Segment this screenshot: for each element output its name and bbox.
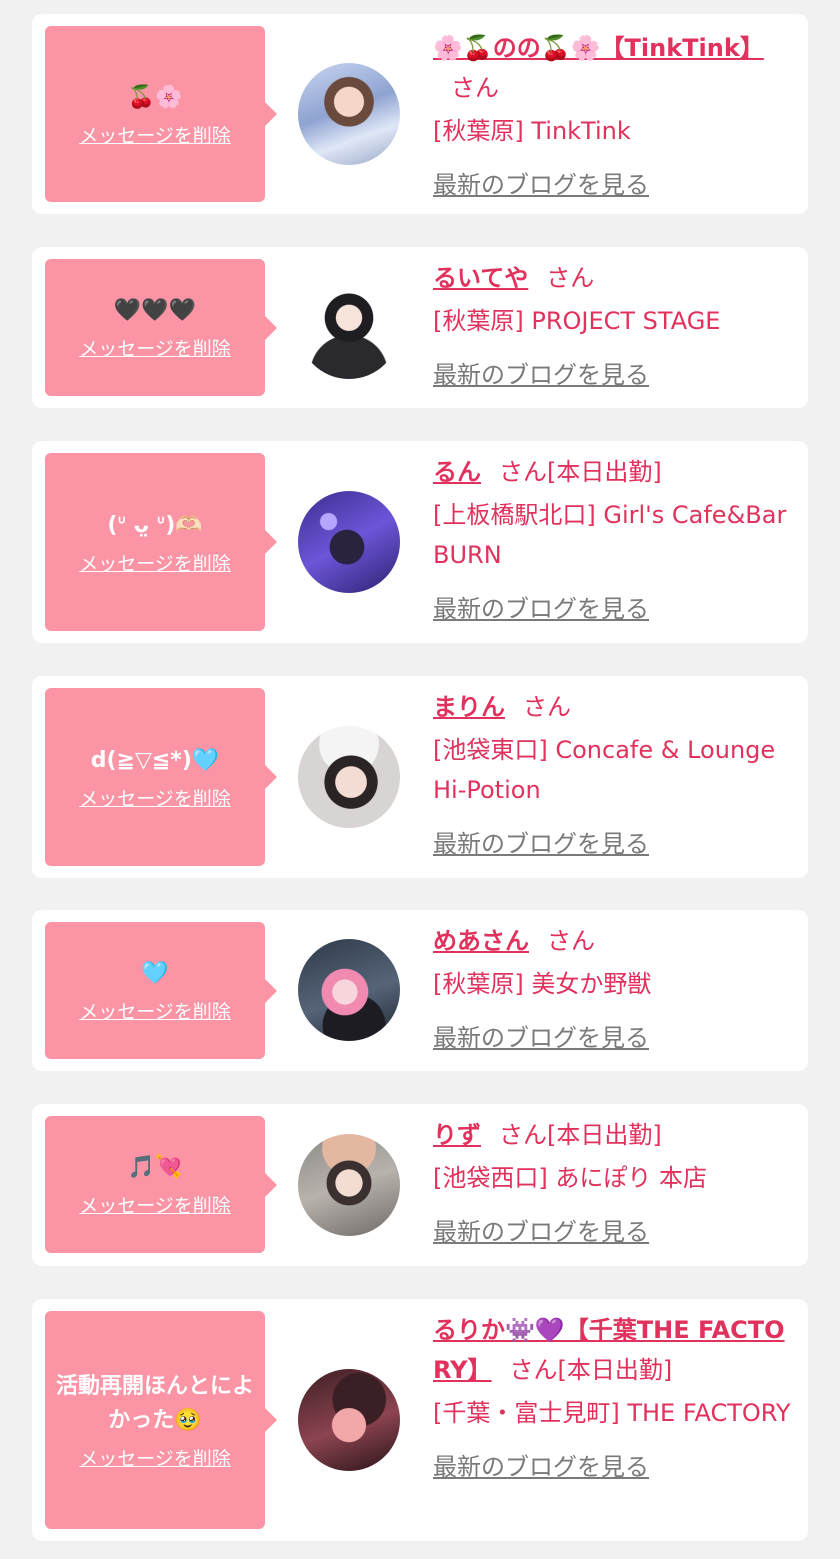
message-bubble: (ᐡ ᴗ̤ ᐡ)🫶🏻 メッセージを削除 bbox=[45, 453, 277, 631]
cast-info: まりん さん [池袋東口] Concafe & Lounge Hi-Potion … bbox=[433, 687, 798, 864]
delete-message-link[interactable]: メッセージを削除 bbox=[79, 1191, 231, 1218]
avatar[interactable] bbox=[298, 1369, 400, 1471]
message-text: (ᐡ ᴗ̤ ᐡ)🫶🏻 bbox=[107, 512, 203, 538]
avatar[interactable] bbox=[298, 277, 400, 379]
message-bubble: 🍒🌸 メッセージを削除 bbox=[45, 26, 277, 202]
shop-label: [秋葉原] 美女か野獣 bbox=[433, 970, 652, 998]
shop-label: [池袋西口] あにぽり 本店 bbox=[433, 1164, 707, 1192]
delete-message-link[interactable]: メッセージを削除 bbox=[79, 334, 231, 361]
cast-name-link[interactable]: 🌸🍒のの🍒🌸【TinkTink】 bbox=[433, 34, 764, 62]
avatar[interactable] bbox=[298, 491, 400, 593]
cast-info: めあさん さん [秋葉原] 美女か野獣 最新のブログを見る bbox=[433, 921, 798, 1058]
cast-info: るいてや さん [秋葉原] PROJECT STAGE 最新のブログを見る bbox=[433, 258, 798, 395]
message-text: 🎵💘 bbox=[127, 1155, 183, 1180]
message-card: 🖤🖤🖤 メッセージを削除 るいてや さん [秋葉原] PROJECT STAGE … bbox=[32, 247, 808, 408]
honorific: さん[本日出勤] bbox=[499, 1121, 662, 1149]
message-text: 活動再開ほんとによかった🥹 bbox=[55, 1373, 254, 1433]
cast-name-link[interactable]: まりん bbox=[433, 693, 505, 721]
latest-blog-link[interactable]: 最新のブログを見る bbox=[433, 1018, 649, 1058]
delete-message-link[interactable]: メッセージを削除 bbox=[79, 121, 231, 148]
delete-message-link[interactable]: メッセージを削除 bbox=[79, 784, 231, 811]
message-text: 🩵 bbox=[141, 961, 169, 986]
honorific: さん bbox=[451, 74, 499, 102]
message-card: 🎵💘 メッセージを削除 りず さん[本日出勤] [池袋西口] あにぽり 本店 最新… bbox=[32, 1104, 808, 1266]
cast-info: るん さん[本日出勤] [上板橋駅北口] Girl's Cafe&Bar BURN… bbox=[433, 452, 798, 629]
message-card: 活動再開ほんとによかった🥹 メッセージを削除 るりか👾💜【千葉THE FACTO… bbox=[32, 1299, 808, 1541]
honorific: さん[本日出勤] bbox=[499, 458, 662, 486]
message-card: d(≧▽≦*)🩵 メッセージを削除 まりん さん [池袋東口] Concafe &… bbox=[32, 676, 808, 878]
shop-label: [池袋東口] Concafe & Lounge Hi-Potion bbox=[433, 736, 776, 804]
latest-blog-link[interactable]: 最新のブログを見る bbox=[433, 355, 649, 395]
message-bubble: 🩵 メッセージを削除 bbox=[45, 922, 277, 1059]
message-text: d(≧▽≦*)🩵 bbox=[90, 747, 220, 773]
cast-info: りず さん[本日出勤] [池袋西口] あにぽり 本店 最新のブログを見る bbox=[433, 1115, 798, 1252]
shop-label: [上板橋駅北口] Girl's Cafe&Bar BURN bbox=[433, 501, 787, 569]
delete-message-link[interactable]: メッセージを削除 bbox=[79, 549, 231, 576]
message-list: 🍒🌸 メッセージを削除 🌸🍒のの🍒🌸【TinkTink】さん [秋葉原] Tin… bbox=[0, 0, 840, 1559]
honorific: さん[本日出勤] bbox=[509, 1356, 673, 1384]
message-bubble: 🖤🖤🖤 メッセージを削除 bbox=[45, 259, 277, 396]
message-text: 🖤🖤🖤 bbox=[113, 298, 197, 323]
shop-label: [秋葉原] TinkTink bbox=[433, 117, 631, 145]
cast-name-link[interactable]: めあさん bbox=[433, 927, 529, 955]
avatar[interactable] bbox=[298, 1134, 400, 1236]
latest-blog-link[interactable]: 最新のブログを見る bbox=[433, 1447, 649, 1487]
cast-name-link[interactable]: るん bbox=[433, 458, 481, 486]
latest-blog-link[interactable]: 最新のブログを見る bbox=[433, 165, 649, 205]
cast-name-link[interactable]: りず bbox=[433, 1121, 481, 1149]
message-card: (ᐡ ᴗ̤ ᐡ)🫶🏻 メッセージを削除 るん さん[本日出勤] [上板橋駅北口] … bbox=[32, 441, 808, 643]
avatar[interactable] bbox=[298, 726, 400, 828]
cast-info: 🌸🍒のの🍒🌸【TinkTink】さん [秋葉原] TinkTink 最新のブログ… bbox=[433, 28, 798, 205]
delete-message-link[interactable]: メッセージを削除 bbox=[79, 997, 231, 1024]
latest-blog-link[interactable]: 最新のブログを見る bbox=[433, 1212, 649, 1252]
message-bubble: 活動再開ほんとによかった🥹 メッセージを削除 bbox=[45, 1311, 277, 1529]
avatar[interactable] bbox=[298, 939, 400, 1041]
honorific: さん bbox=[546, 264, 595, 292]
cast-name-link[interactable]: るいてや bbox=[433, 264, 528, 292]
message-bubble: d(≧▽≦*)🩵 メッセージを削除 bbox=[45, 688, 277, 866]
shop-label: [秋葉原] PROJECT STAGE bbox=[433, 307, 721, 335]
delete-message-link[interactable]: メッセージを削除 bbox=[79, 1444, 231, 1471]
honorific: さん bbox=[547, 927, 595, 955]
cast-info: るりか👾💜【千葉THE FACTORY】 さん[本日出勤] [千葉・富士見町] T… bbox=[433, 1310, 798, 1487]
message-text: 🍒🌸 bbox=[127, 84, 183, 110]
message-card: 🍒🌸 メッセージを削除 🌸🍒のの🍒🌸【TinkTink】さん [秋葉原] Tin… bbox=[32, 14, 808, 214]
avatar[interactable] bbox=[298, 63, 400, 165]
message-bubble: 🎵💘 メッセージを削除 bbox=[45, 1116, 277, 1253]
honorific: さん bbox=[523, 693, 571, 721]
latest-blog-link[interactable]: 最新のブログを見る bbox=[433, 589, 649, 629]
shop-label: [千葉・富士見町] THE FACTORY bbox=[433, 1399, 791, 1427]
message-card: 🩵 メッセージを削除 めあさん さん [秋葉原] 美女か野獣 最新のブログを見る bbox=[32, 910, 808, 1071]
latest-blog-link[interactable]: 最新のブログを見る bbox=[433, 824, 649, 864]
